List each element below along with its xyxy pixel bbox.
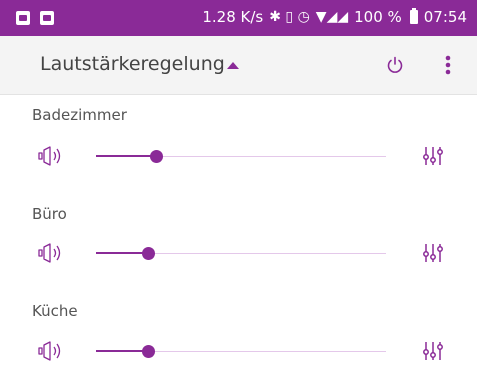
volume-slider-thumb[interactable] (150, 150, 163, 163)
page-title[interactable]: Lautstärkeregelung (40, 53, 225, 75)
network-speed: 1.28 K/s (202, 8, 264, 26)
equalizer-icon[interactable] (422, 242, 444, 264)
more-vert-icon[interactable] (441, 54, 455, 76)
signal-icon: ▼◢◢ (315, 9, 349, 25)
notification-icons (16, 11, 54, 25)
speaker-icon[interactable] (36, 145, 64, 167)
volume-slider-fill (96, 252, 148, 254)
battery-percent: 100 % (354, 8, 402, 26)
room-label-buero: Büro (32, 205, 67, 223)
status-bar: 1.28 K/s ✱ ▯ ◷ ▼◢◢ 100 % 07:54 (0, 0, 477, 36)
notification-icon (16, 11, 30, 25)
volume-slider-thumb[interactable] (142, 247, 155, 260)
power-icon[interactable] (386, 56, 404, 74)
speaker-icon[interactable] (36, 340, 64, 362)
equalizer-icon[interactable] (422, 145, 444, 167)
status-right: 1.28 K/s ✱ ▯ ◷ ▼◢◢ 100 % 07:54 (202, 7, 467, 27)
room-label-kueche: Küche (32, 302, 78, 320)
app-bar: Lautstärkeregelung (0, 36, 477, 95)
clock: 07:54 (423, 8, 467, 26)
notification-icon (40, 11, 54, 25)
battery-icon (409, 8, 418, 24)
room-label-badezimmer: Badezimmer (32, 106, 127, 124)
volume-slider-fill (96, 155, 157, 157)
volume-slider-fill (96, 350, 148, 352)
status-glyphs: ✱ ▯ ◷ (269, 9, 310, 25)
caret-up-icon[interactable] (227, 62, 239, 69)
equalizer-icon[interactable] (422, 340, 444, 362)
speaker-icon[interactable] (36, 242, 64, 264)
volume-slider-thumb[interactable] (142, 345, 155, 358)
